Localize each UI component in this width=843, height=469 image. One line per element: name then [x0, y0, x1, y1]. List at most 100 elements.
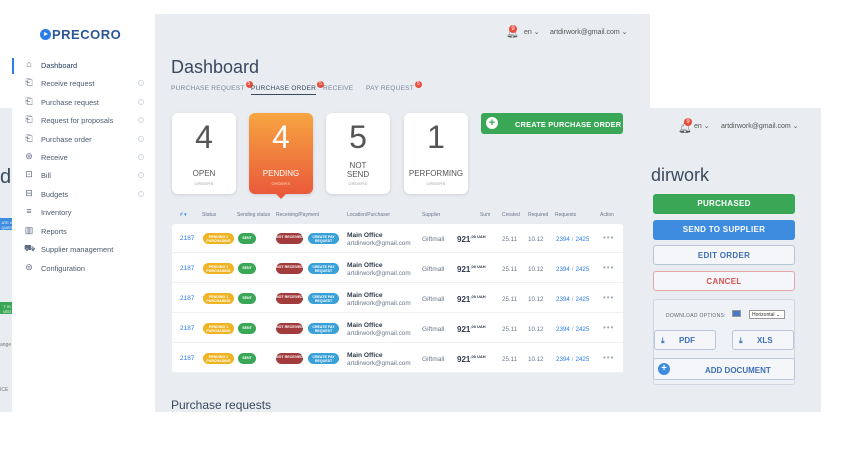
sidebar-item-inventory[interactable]: ≡ Inventory: [12, 205, 155, 221]
supplier: Giftmall: [422, 266, 445, 273]
created-date: 25.11: [502, 266, 518, 273]
order-id-link[interactable]: 2187: [180, 355, 194, 362]
request-link[interactable]: 2425: [576, 296, 590, 303]
purchaser: artdirwork@gmail.com: [347, 300, 411, 307]
sending-status-badge: SENT: [238, 233, 256, 244]
status-badge: PENDING 1 PURCHASING: [203, 323, 234, 334]
language-select[interactable]: en ⌄: [524, 28, 540, 36]
receiving-status-badge: NOT RECEIVED: [276, 353, 303, 364]
sidebar-item-purchase-request[interactable]: ⎗ Purchase request: [12, 95, 155, 111]
requests-links[interactable]: 2394/2425: [556, 296, 589, 303]
request-link[interactable]: 2394: [556, 266, 570, 273]
purchased-button[interactable]: PURCHASED: [653, 194, 795, 214]
request-link[interactable]: 2425: [576, 356, 590, 363]
pdf-download-button[interactable]: ⤓ PDF: [654, 330, 716, 350]
language-select[interactable]: en ⌄: [694, 122, 710, 130]
create-pay-request-button[interactable]: CREATE PAY REQUEST: [308, 263, 339, 274]
flag-icon[interactable]: [732, 310, 741, 317]
requests-links[interactable]: 2394/2425: [556, 236, 589, 243]
sidebar-item-bill[interactable]: ⊡ Bill: [12, 168, 155, 184]
order-id-link[interactable]: 2187: [180, 295, 194, 302]
sidebar-item-reports[interactable]: ▥ Reports: [12, 224, 155, 240]
status-badge: PENDING 1 PURCHASING: [203, 233, 234, 244]
request-link[interactable]: 2394: [556, 356, 570, 363]
request-link[interactable]: 2425: [576, 236, 590, 243]
order-id-link[interactable]: 2187: [180, 265, 194, 272]
request-link[interactable]: 2394: [556, 236, 570, 243]
sidebar-item-label: Inventory: [41, 208, 72, 217]
card-count: 4: [195, 119, 213, 155]
user-menu[interactable]: artdirwork@gmail.com ⌄: [550, 28, 628, 36]
create-purchase-order-button[interactable]: + CREATE PURCHASE ORDER: [481, 113, 623, 134]
column-header: Receiving/Payment: [276, 212, 320, 218]
sidebar-item-receive[interactable]: ⊛ Receive: [12, 150, 155, 166]
column-header: Location/Purchaser: [347, 212, 391, 218]
receive-icon: ⊛: [25, 151, 33, 161]
more-actions-icon[interactable]: •••: [603, 263, 614, 272]
card-label: OPEN: [192, 169, 216, 178]
sidebar-item-budgets[interactable]: ⊟ Budgets: [12, 187, 155, 203]
table-row[interactable]: 2187 PENDING 1 PURCHASING SENT NOT RECEIVED…: [172, 314, 623, 343]
sidebar-item-request-for-proposals[interactable]: ⎗ Request for proposals: [12, 113, 155, 129]
send-to-supplier-button[interactable]: SEND TO SUPPLIER: [653, 220, 795, 240]
more-actions-icon[interactable]: •••: [603, 233, 614, 242]
summary-card-performing[interactable]: 1 PERFORMING ORDERS: [404, 113, 468, 194]
request-link[interactable]: 2425: [576, 326, 590, 333]
order-id-link[interactable]: 2187: [180, 325, 194, 332]
card-pointer-icon: [276, 194, 286, 199]
sidebar-item-dashboard[interactable]: ⌂ Dashboard: [12, 58, 155, 74]
create-pay-request-button[interactable]: CREATE PAY REQUEST: [308, 353, 339, 364]
sidebar-item-receive-request[interactable]: ⎗ Receive request: [12, 76, 155, 92]
requests-links[interactable]: 2394/2425: [556, 356, 589, 363]
tab-purchase-request[interactable]: PURCHASE REQUEST 5: [171, 81, 253, 92]
table-row[interactable]: 2187 PENDING 1 PURCHASING SENT NOT RECEIVED…: [172, 284, 623, 313]
request-link[interactable]: 2394: [556, 296, 570, 303]
sidebar-item-label: Purchase order: [41, 135, 92, 144]
request-link[interactable]: 2394: [556, 326, 570, 333]
cancel-button[interactable]: CANCEL: [653, 271, 795, 291]
sidebar-item-label: Configuration: [41, 264, 85, 273]
status-dot-icon: [138, 154, 144, 160]
table-row[interactable]: 2187 PENDING 1 PURCHASING SENT NOT RECEIVED…: [172, 344, 623, 373]
table-row[interactable]: 2187 PENDING 1 PURCHASING SENT NOT RECEIVED…: [172, 254, 623, 283]
request-link[interactable]: 2425: [576, 266, 590, 273]
create-pay-request-button[interactable]: CREATE PAY REQUEST: [308, 293, 339, 304]
edit-order-button[interactable]: EDIT ORDER: [653, 245, 795, 265]
orientation-select[interactable]: Horizontal ⌄: [749, 310, 785, 319]
more-actions-icon[interactable]: •••: [603, 353, 614, 362]
configuration-icon: ⊜: [25, 262, 33, 272]
requests-links[interactable]: 2394/2425: [556, 266, 589, 273]
order-id-link[interactable]: 2187: [180, 235, 194, 242]
more-actions-icon[interactable]: •••: [603, 293, 614, 302]
table-row[interactable]: 2187 PENDING 1 PURCHASING SENT NOT RECEIVED…: [172, 224, 623, 253]
active-indicator: [12, 58, 14, 74]
xls-label: XLS: [757, 336, 773, 345]
user-menu[interactable]: artdirwork@gmail.com ⌄: [721, 122, 799, 130]
summary-card-not-send[interactable]: 5 NOT SEND ORDERS: [326, 113, 390, 194]
tab-receive[interactable]: RECEIVE: [323, 85, 353, 92]
column-header[interactable]: # ▾: [180, 212, 187, 218]
purchaser: artdirwork@gmail.com: [347, 240, 411, 247]
logo[interactable]: PRECORO: [40, 27, 121, 42]
more-actions-icon[interactable]: •••: [603, 323, 614, 332]
inventory-icon: ≡: [26, 206, 32, 216]
sidebar-item-configuration[interactable]: ⊜ Configuration: [12, 261, 155, 277]
card-count: 1: [427, 119, 445, 155]
location: Main Office: [347, 232, 383, 239]
sum: 921,00 UAH: [457, 234, 486, 244]
xls-download-button[interactable]: ⤓ XLS: [732, 330, 794, 350]
add-document-button[interactable]: + ADD DOCUMENT: [653, 358, 795, 380]
summary-card-open[interactable]: 4 OPEN ORDERS: [172, 113, 236, 194]
sum: 921,00 UAH: [457, 354, 486, 364]
tab-purchase-order[interactable]: PURCHASE ORDER 5: [251, 81, 325, 95]
download-icon: ⤓: [661, 336, 665, 345]
sidebar-item-supplier-management[interactable]: ⛟ Supplier management: [12, 242, 155, 258]
create-pay-request-button[interactable]: CREATE PAY REQUEST: [308, 323, 339, 334]
requests-links[interactable]: 2394/2425: [556, 326, 589, 333]
sidebar-item-purchase-order[interactable]: ⎗ Purchase order: [12, 132, 155, 148]
summary-card-pending[interactable]: 4 PENDING ORDERS: [249, 113, 313, 199]
status-dot-icon: [138, 99, 144, 105]
purchase-requests-title: Purchase requests: [171, 398, 272, 412]
create-pay-request-button[interactable]: CREATE PAY REQUEST: [308, 233, 339, 244]
tab-pay-request[interactable]: PAY REQUEST 5: [366, 81, 423, 92]
